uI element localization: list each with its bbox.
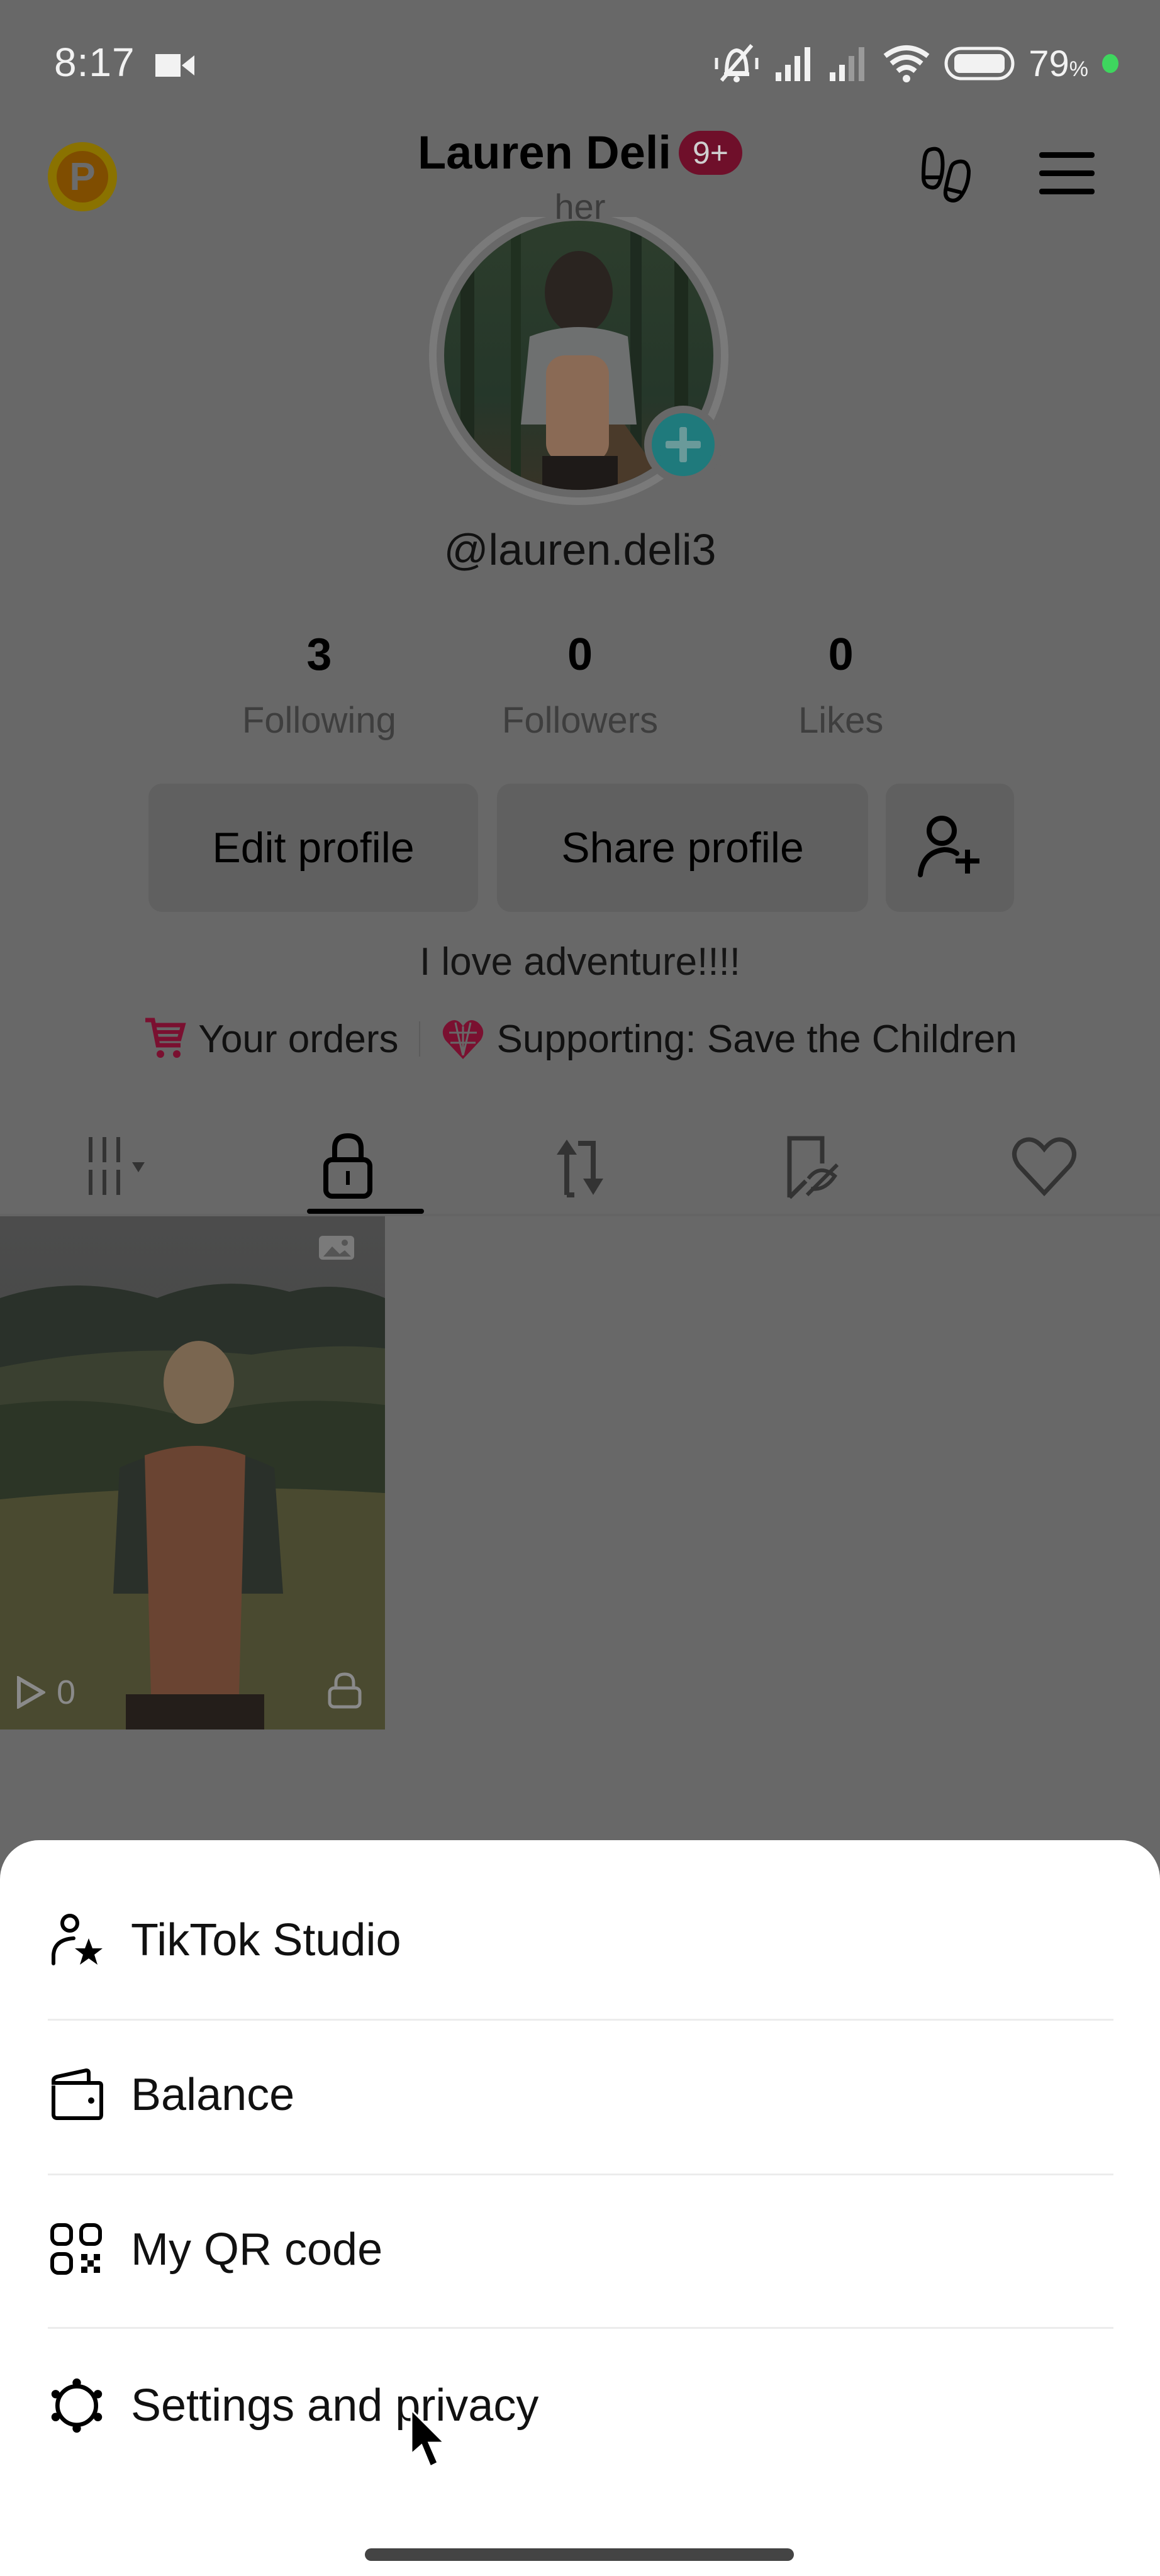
home-indicator[interactable] [365,2548,794,2561]
add-avatar-button[interactable] [644,406,722,484]
menu-item-tiktok-studio[interactable]: TikTok Studio [0,1863,1160,2018]
notification-badge: 9+ [678,130,742,175]
menu-item-balance[interactable]: Balance [0,2018,1160,2172]
post-thumbnail[interactable]: 0 [0,1216,385,1729]
signal-sim1-icon [776,47,811,81]
wallet-icon [48,2066,106,2124]
username-handle: @lauren.deli3 [443,525,717,574]
status-icons: 79% [713,42,1118,86]
private-post-lock-icon [328,1672,362,1709]
mouse-cursor-icon [410,2409,447,2468]
bio-text: I love adventure!!!! [419,940,741,984]
menu-item-label: Balance [131,2070,295,2120]
edit-profile-button[interactable]: Edit profile [148,784,478,912]
stat-likes[interactable]: 0 Likes [710,629,971,741]
status-time: 8:17 [54,39,196,86]
menu-button[interactable] [1037,148,1097,202]
stat-label: Likes [798,700,884,741]
play-icon [17,1676,45,1709]
lock-icon [323,1133,373,1199]
video-recording-icon [155,54,195,77]
repost-icon [556,1140,603,1197]
grid-dropdown-icon [89,1137,145,1195]
privacy-indicator-dot [1102,54,1118,73]
stat-label: Following [242,700,396,741]
menu-item-label: My QR code [131,2224,383,2275]
post-image [0,1216,385,1729]
profile-avatar[interactable] [423,206,735,513]
menu-item-settings-privacy[interactable]: Settings and privacy [0,2328,1160,2483]
stat-value: 0 [567,630,593,680]
menu-item-label: Settings and privacy [131,2380,539,2431]
time-text: 8:17 [54,40,135,85]
wifi-icon [883,45,930,82]
tab-favorites[interactable] [696,1119,928,1214]
active-tab-indicator [307,1209,424,1214]
supporting-charity-link[interactable]: Supporting: Save the Children [497,1017,1017,1062]
profile-title[interactable]: Lauren Deli 9+ [0,126,1160,179]
battery-percent: 79% [1029,43,1088,84]
account-name[interactable]: Lauren Deli [418,126,671,179]
link-separator [418,1021,420,1057]
gear-icon [48,2377,106,2434]
profile-links: Your orders Supporting: Save the Childre… [0,1016,1160,1062]
creator-star-icon [48,1911,106,1969]
stat-value: 3 [306,630,332,680]
tab-videos[interactable] [0,1119,232,1214]
battery-icon [944,47,1015,80]
share-profile-button[interactable]: Share profile [497,784,868,912]
menu-item-qr-code[interactable]: My QR code [0,2172,1160,2327]
stat-followers[interactable]: 0 Followers [450,629,711,741]
content-tabs [0,1119,1160,1214]
profile-stats: 3 Following 0 Followers 0 Likes [189,629,971,741]
cart-icon [145,1018,186,1058]
stat-label: Followers [501,700,659,741]
menu-icon [1039,152,1095,194]
stat-following[interactable]: 3 Following [189,629,450,741]
signal-sim2-icon [830,47,865,81]
qr-code-icon [48,2221,106,2279]
footprints-button[interactable] [912,140,981,212]
footprints-icon [921,147,971,203]
tab-liked[interactable] [928,1119,1160,1214]
tab-private[interactable] [232,1119,464,1214]
bookmark-hidden-icon [787,1136,839,1199]
charity-heart-globe-icon [442,1020,483,1059]
heart-icon [1012,1137,1076,1197]
add-friend-icon [918,816,979,877]
stat-value: 0 [828,630,854,680]
view-count-text: 0 [57,1674,76,1711]
add-friends-button[interactable] [886,784,1014,912]
menu-item-label: TikTok Studio [131,1915,401,1965]
view-count: 0 [16,1673,75,1712]
plus-icon [652,413,715,476]
your-orders-link[interactable]: Your orders [198,1017,398,1062]
tab-reposts[interactable] [464,1119,696,1214]
photo-type-icon [319,1236,354,1260]
bell-muted-icon [715,44,759,82]
